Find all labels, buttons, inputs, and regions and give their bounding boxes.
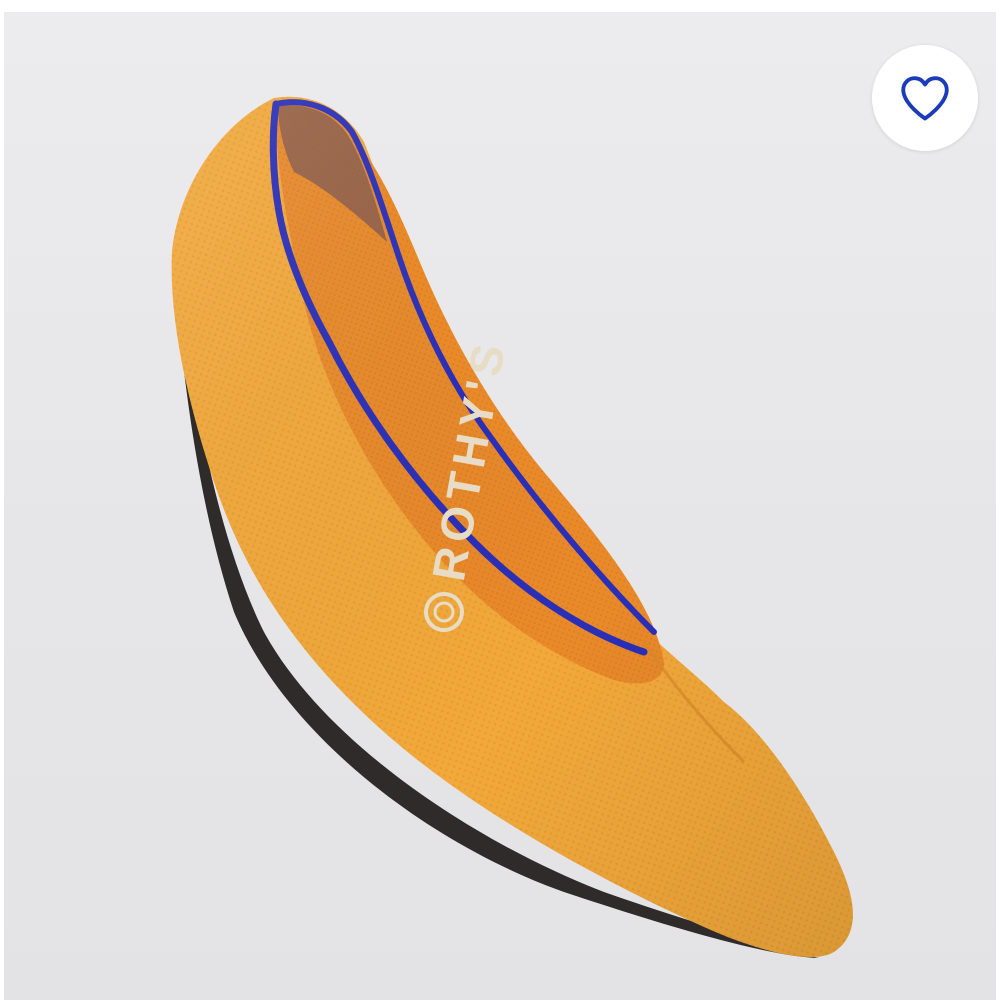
heart-outline-icon (901, 76, 949, 121)
product-image: ROTHY'S (171, 96, 853, 958)
product-image-frame: ROTHY'S ROTHY'S (4, 12, 996, 1000)
favorite-button[interactable] (872, 45, 978, 151)
